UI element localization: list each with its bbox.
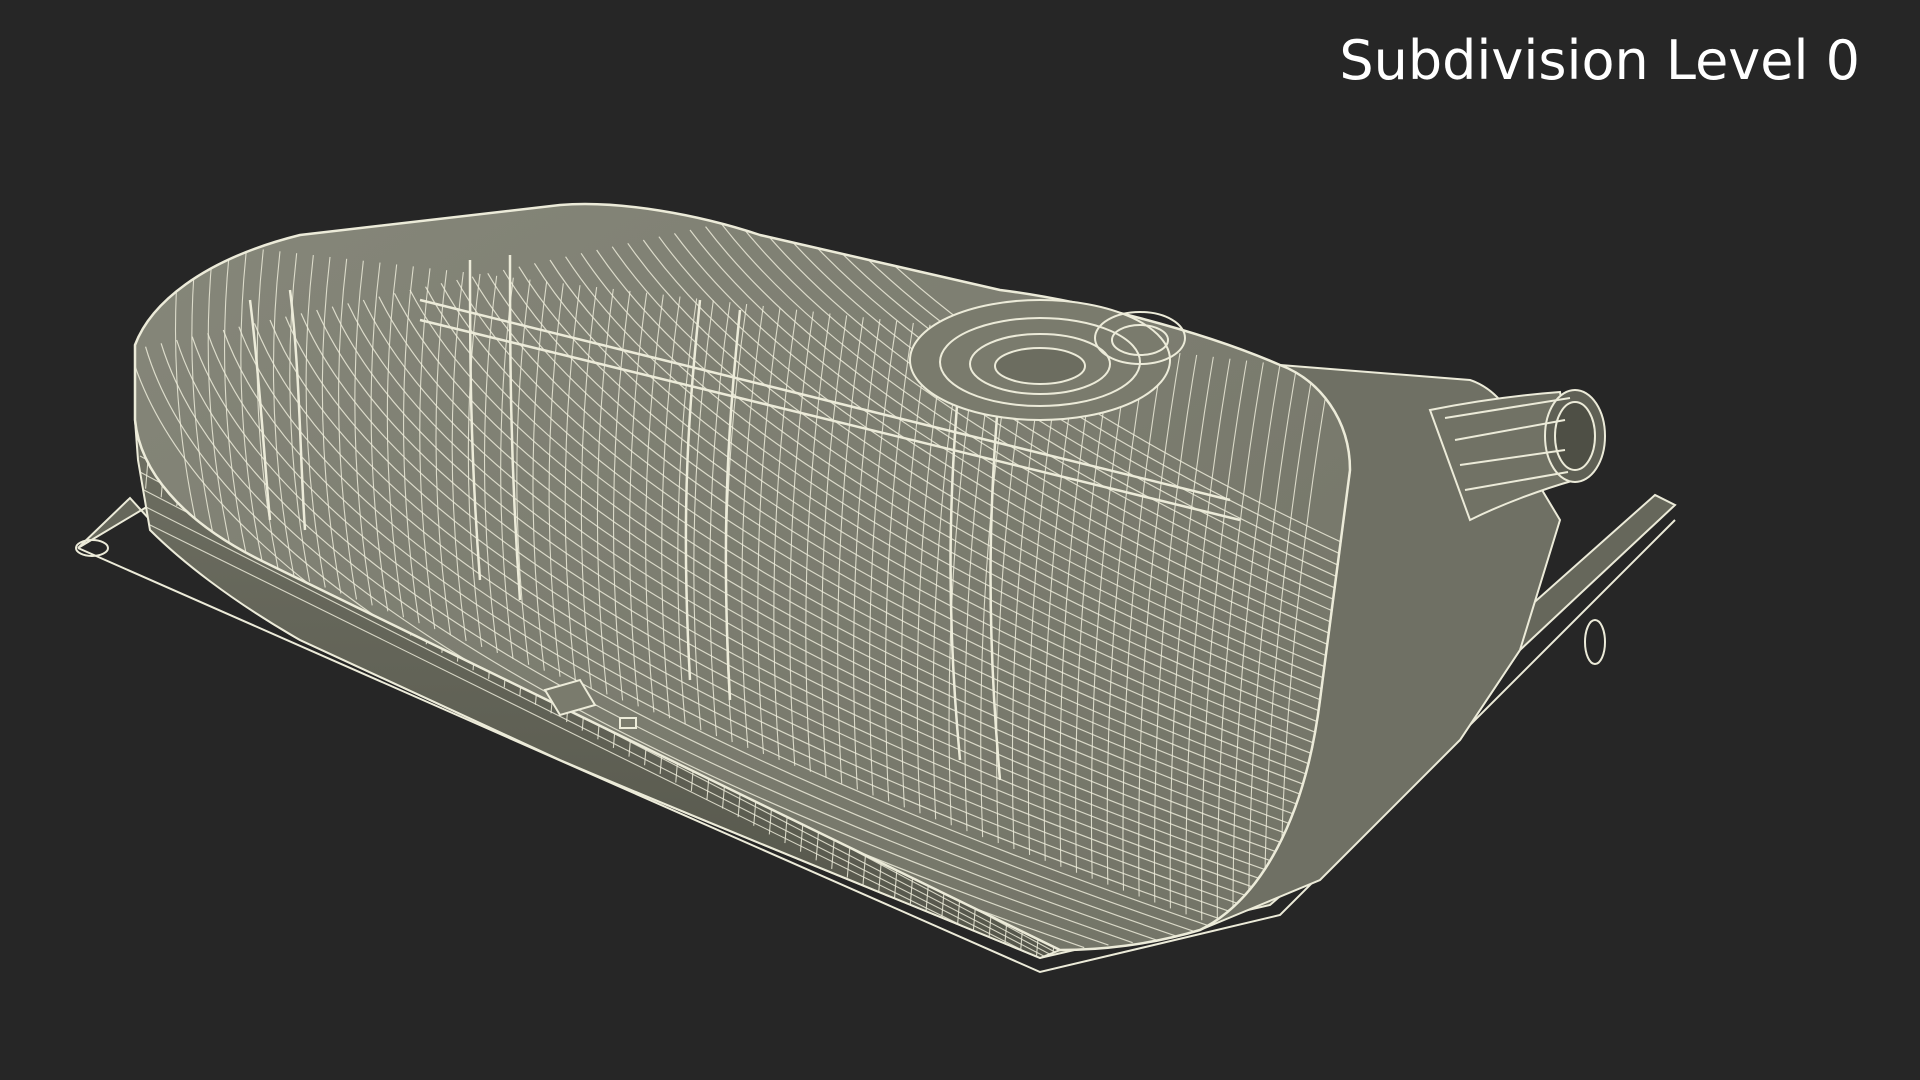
fuel-tank-wireframe-icon <box>75 202 1677 974</box>
3d-viewport[interactable]: Subdivision Level 0 <box>0 0 1920 1080</box>
subdivision-level-label: Subdivision Level 0 <box>1339 29 1860 92</box>
